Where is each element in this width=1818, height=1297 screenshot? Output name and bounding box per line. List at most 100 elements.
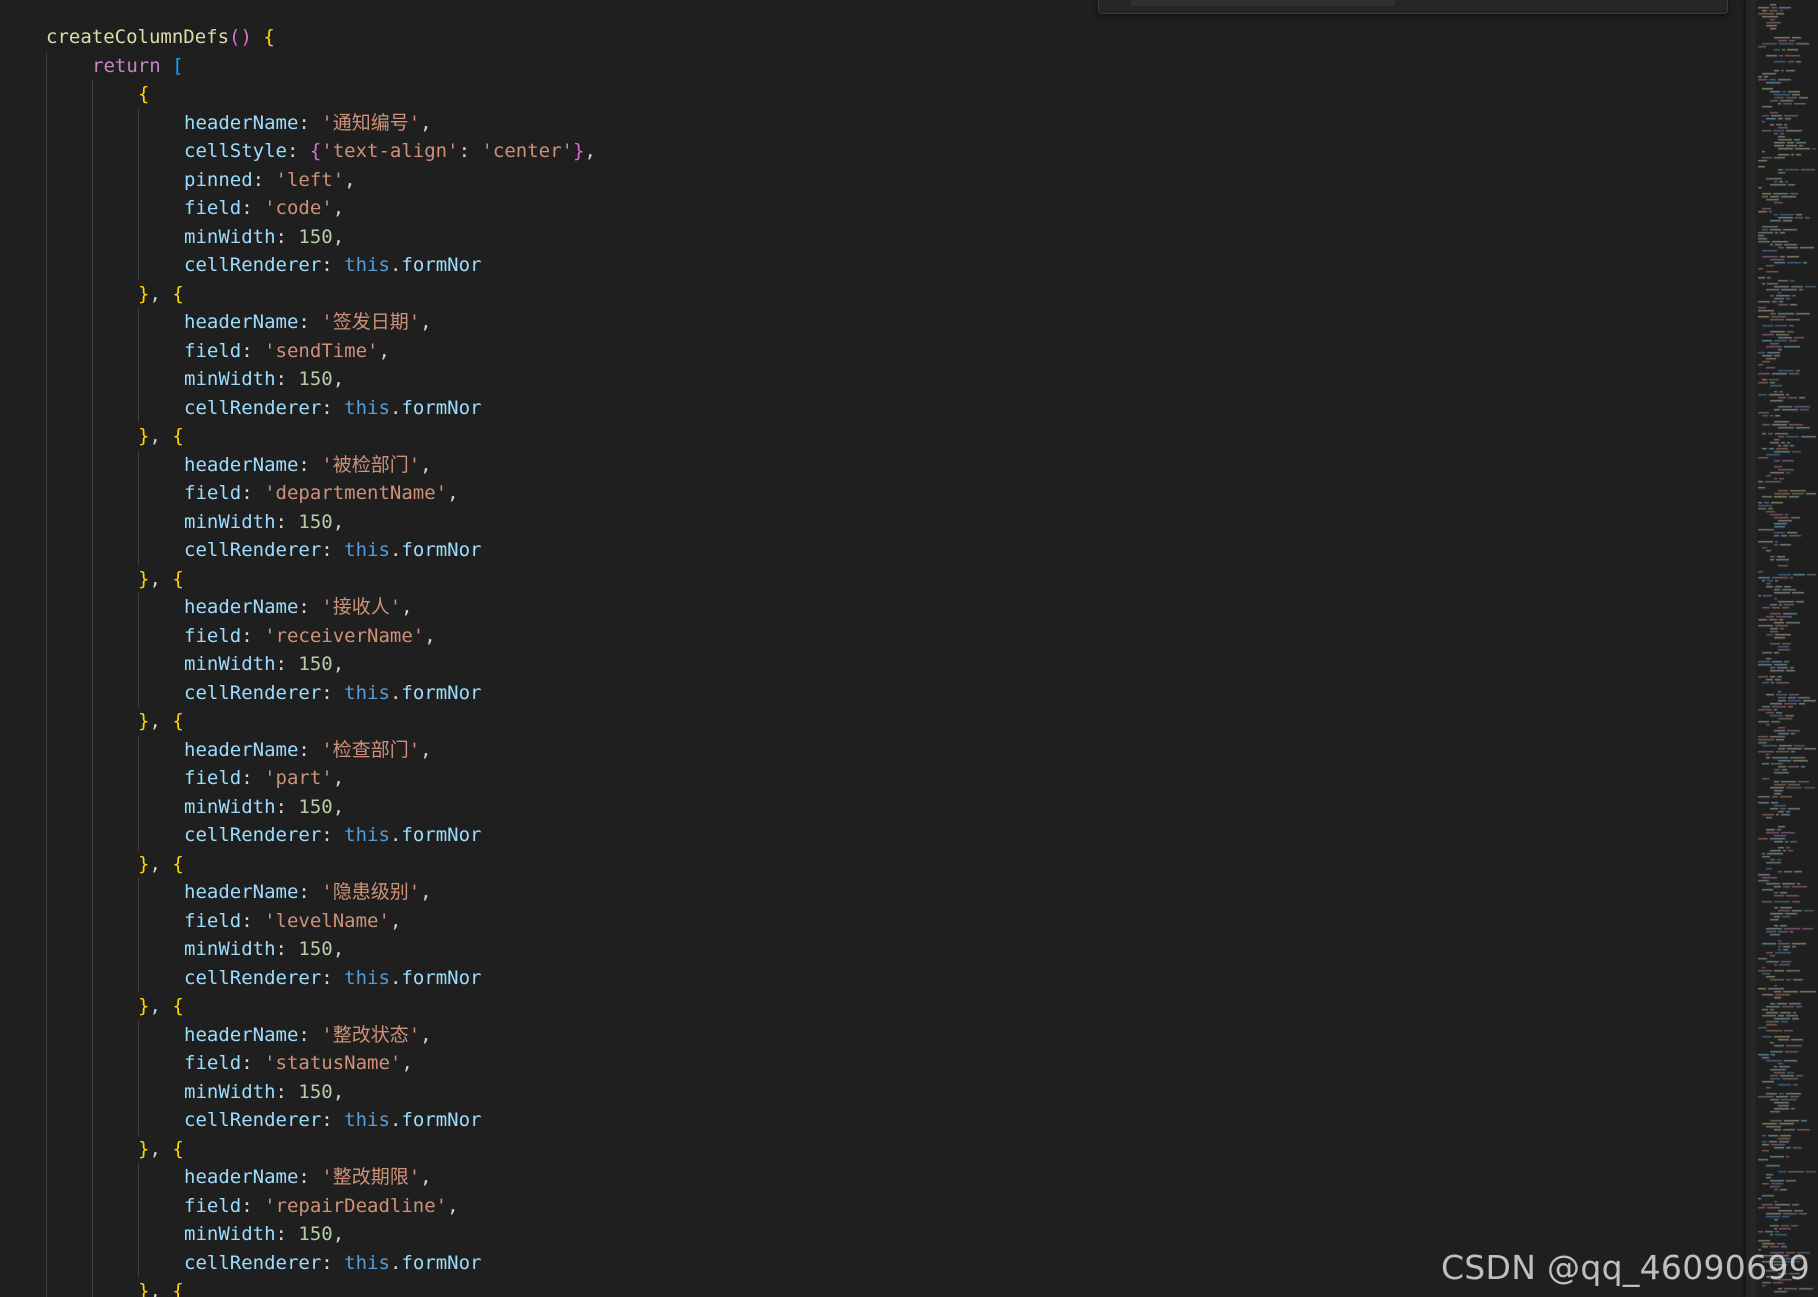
code-line[interactable]: headerName: '被检部门',	[0, 450, 1740, 479]
code-token: 'receiverName'	[264, 624, 425, 647]
code-line[interactable]: cellRenderer: this.formNor	[0, 251, 1740, 280]
minimap-slider[interactable]	[1746, 0, 1756, 1297]
code-text: field: 'sendTime',	[184, 337, 390, 366]
code-line[interactable]: }, {	[0, 992, 1740, 1021]
code-line[interactable]: return [	[0, 51, 1740, 80]
code-token: ,	[149, 710, 173, 732]
code-line[interactable]: cellRenderer: this.formNor	[0, 678, 1740, 707]
code-token: :	[321, 1109, 345, 1131]
code-token: field	[184, 624, 242, 647]
code-line[interactable]: minWidth: 150,	[0, 650, 1740, 679]
code-line[interactable]: field: 'departmentName',	[0, 479, 1740, 508]
code-line[interactable]: headerName: '签发日期',	[0, 308, 1740, 337]
code-line[interactable]: minWidth: 150,	[0, 507, 1740, 537]
code-token: :	[275, 1080, 299, 1103]
code-token: this	[344, 539, 390, 561]
indent-guide	[46, 251, 47, 280]
code-line[interactable]: cellStyle: {'text-align': 'center'},	[0, 137, 1740, 166]
code-token: :	[241, 339, 265, 362]
indent-guide	[92, 194, 93, 223]
code-line[interactable]: cellRenderer: this.formNor	[0, 1106, 1740, 1135]
code-line[interactable]: headerName: '整改状态',	[0, 1020, 1740, 1049]
code-line[interactable]: field: 'statusName',	[0, 1049, 1740, 1078]
indent-guide	[92, 764, 93, 793]
code-line[interactable]: {	[0, 80, 1740, 109]
minimap[interactable]	[1746, 0, 1818, 1297]
indent-guide	[138, 251, 139, 280]
code-lines[interactable]: createColumnDefs() {return [{headerName:…	[0, 23, 1740, 1297]
code-line[interactable]: }, {	[0, 422, 1740, 451]
code-token: ,	[378, 339, 390, 362]
code-token: formNor	[401, 824, 482, 846]
code-line[interactable]: minWidth: 150,	[0, 792, 1740, 821]
code-token: :	[241, 482, 265, 504]
code-line[interactable]: headerName: '通知编号',	[0, 108, 1740, 137]
code-token: pinned	[184, 168, 253, 191]
indent-guide	[92, 963, 93, 992]
code-line[interactable]: headerName: '接收人',	[0, 593, 1740, 622]
code-line[interactable]: field: 'part',	[0, 764, 1740, 793]
code-text: headerName: '接收人',	[184, 593, 413, 622]
indent-guide	[46, 393, 47, 422]
code-token: ,	[584, 140, 596, 162]
code-token: .	[389, 681, 402, 704]
code-line[interactable]: minWidth: 150,	[0, 222, 1740, 251]
code-line[interactable]: minWidth: 150,	[0, 365, 1740, 394]
code-line[interactable]: createColumnDefs() {	[0, 23, 1740, 52]
code-token: .	[389, 539, 402, 561]
code-line[interactable]: field: 'receiverName',	[0, 621, 1740, 650]
code-token: }	[138, 710, 150, 732]
code-line[interactable]: headerName: '检查部门',	[0, 735, 1740, 765]
code-line[interactable]: }, {	[0, 279, 1740, 308]
indent-guide	[46, 1077, 47, 1106]
code-token: {	[263, 26, 275, 48]
code-token: formNor	[401, 254, 482, 276]
indent-guide	[92, 165, 93, 194]
code-token: 'part'	[264, 767, 333, 789]
code-line[interactable]: minWidth: 150,	[0, 1077, 1740, 1107]
code-token: :	[298, 453, 322, 476]
code-line[interactable]: headerName: '整改期限',	[0, 1163, 1740, 1192]
code-line[interactable]: field: 'levelName',	[0, 906, 1740, 935]
code-token: '检查部门'	[321, 738, 421, 761]
code-text: minWidth: 150,	[184, 508, 344, 537]
code-text: }, {	[138, 850, 184, 879]
code-editor[interactable]: createColumnDefs() {return [{headerName:…	[0, 0, 1818, 1297]
indent-guide	[138, 1248, 139, 1277]
code-token: :	[298, 311, 322, 333]
code-line[interactable]: cellRenderer: this.formNor	[0, 821, 1740, 850]
code-line[interactable]: minWidth: 150,	[0, 935, 1740, 964]
code-token: :	[458, 140, 482, 162]
find-input[interactable]	[1131, 0, 1395, 6]
code-line[interactable]: }, {	[0, 1134, 1740, 1163]
indent-guide	[46, 165, 47, 194]
code-text: minWidth: 150,	[184, 1078, 344, 1107]
indent-guide	[92, 1020, 93, 1049]
code-line[interactable]: cellRenderer: this.formNor	[0, 963, 1740, 992]
code-line[interactable]: field: 'sendTime',	[0, 336, 1740, 366]
indent-guide	[92, 849, 93, 878]
indent-guide	[92, 365, 93, 394]
code-line[interactable]: headerName: '隐患级别',	[0, 878, 1740, 907]
code-line[interactable]: }, {	[0, 707, 1740, 736]
code-line[interactable]: cellRenderer: this.formNor	[0, 393, 1740, 422]
code-line[interactable]: pinned: 'left',	[0, 165, 1740, 194]
find-widget[interactable]	[1098, 0, 1728, 14]
code-token: formNor	[401, 1251, 482, 1274]
code-line[interactable]: }, {	[0, 849, 1740, 879]
code-line[interactable]: minWidth: 150,	[0, 1220, 1740, 1249]
code-line[interactable]: cellRenderer: this.formNor	[0, 536, 1740, 565]
code-text: headerName: '检查部门',	[184, 736, 432, 765]
code-line[interactable]: }, {	[0, 564, 1740, 593]
code-token: 150	[298, 368, 333, 390]
code-token: '隐患级别'	[321, 881, 421, 903]
indent-guide	[138, 393, 139, 422]
code-token: }	[572, 140, 585, 162]
code-token: 150	[298, 1080, 333, 1103]
code-line[interactable]: field: 'repairDeadline',	[0, 1191, 1740, 1220]
indent-guide	[138, 678, 139, 707]
code-line[interactable]: field: 'code',	[0, 194, 1740, 223]
code-token: :	[241, 1194, 265, 1217]
code-token: ,	[332, 197, 345, 219]
indent-guide	[46, 650, 47, 679]
